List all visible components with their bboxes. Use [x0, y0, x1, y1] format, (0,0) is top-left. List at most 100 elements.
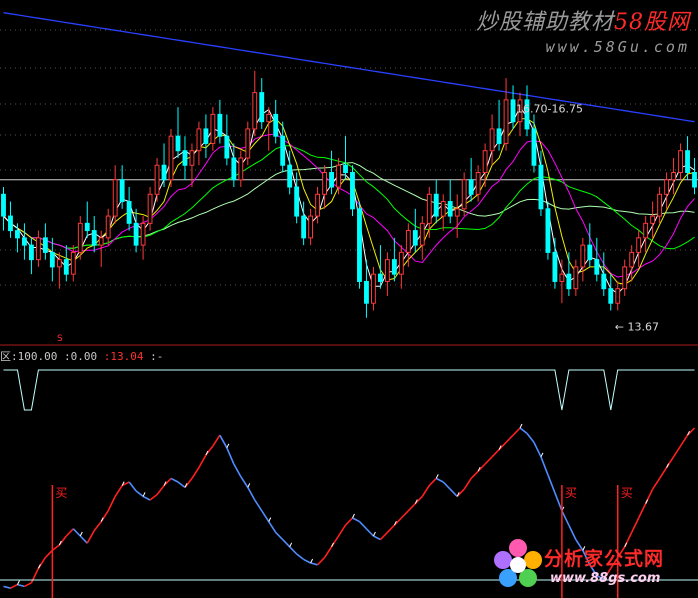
- indicator-tick: [372, 531, 376, 537]
- indicator-segment: [86, 530, 95, 544]
- indicator-segment: [17, 583, 25, 588]
- candle-body: [329, 172, 334, 188]
- signal-strip-line: [3, 369, 695, 411]
- candle-body: [210, 113, 216, 144]
- indicator-segment: [275, 531, 284, 541]
- indicator-tick: [142, 492, 146, 497]
- indicator-value-1: 100.00: [17, 350, 58, 363]
- indicator-segment: [170, 477, 179, 483]
- candle-body: [15, 230, 20, 239]
- indicator-tick: [226, 443, 230, 449]
- indicator-segment: [72, 528, 81, 537]
- candle-body: [133, 222, 139, 246]
- candle-body: [84, 222, 90, 232]
- indicator-segment: [672, 445, 682, 458]
- candle-body: [161, 164, 167, 181]
- candle-body: [615, 288, 621, 304]
- indicator-segment: [30, 568, 40, 584]
- indicator-segment: [93, 521, 102, 532]
- candle-body: [552, 251, 558, 282]
- indicator-segment: [519, 427, 528, 435]
- indicator-tick: [289, 542, 293, 548]
- indicator-segment: [156, 485, 165, 496]
- candle-body: [315, 193, 321, 217]
- candle-body: [391, 259, 397, 275]
- indicator-segment: [630, 517, 640, 533]
- indicator-segment: [679, 434, 689, 447]
- candle-body: [643, 222, 649, 239]
- indicator-segment: [240, 476, 249, 488]
- watermark-prefix: 炒股辅助教材: [475, 10, 614, 35]
- candle-body: [475, 172, 481, 195]
- low-label: ← 13.67: [615, 320, 659, 333]
- indicator-segment: [310, 562, 318, 566]
- candle-body: [531, 128, 537, 166]
- candle-body: [377, 273, 383, 282]
- candle-body: [77, 222, 83, 253]
- candle-body: [419, 222, 425, 246]
- candle-body: [678, 150, 683, 173]
- watermark-top: 炒股辅助教材58股网 www.58Gu.com: [476, 4, 690, 56]
- indicator-segment: [352, 517, 360, 523]
- indicator-segment: [637, 503, 647, 519]
- indicator-segment: [358, 521, 368, 530]
- indicator-segment: [177, 481, 186, 489]
- candle-body: [629, 251, 635, 268]
- candle-body: [175, 135, 181, 152]
- panel-tag: S: [57, 334, 63, 344]
- candle-body: [545, 208, 551, 253]
- indicator-segment: [463, 477, 472, 490]
- candle-body: [217, 113, 223, 137]
- indicator-segment: [651, 477, 661, 490]
- candle-body: [433, 193, 439, 217]
- buy-signal-label: 买: [621, 486, 633, 500]
- indicator-segment: [114, 485, 123, 497]
- indicator-tick: [352, 513, 355, 519]
- indicator-segment: [533, 442, 542, 458]
- indicator-segment: [491, 449, 500, 458]
- buy-signal-label: 买: [55, 486, 67, 500]
- candle-body: [203, 128, 209, 144]
- watermark-site: www.58Gu.com: [545, 38, 690, 56]
- indicator-value-3: 13.04: [110, 350, 144, 363]
- indicator-tick: [247, 483, 251, 488]
- candle-body: [468, 179, 474, 195]
- indicator-segment: [128, 481, 137, 492]
- indicator-segment: [24, 582, 32, 588]
- high-label: 16.70-16.75: [516, 102, 583, 115]
- indicator-segment: [261, 510, 270, 523]
- indicator-tick: [17, 580, 20, 585]
- candle-body: [231, 157, 237, 181]
- indicator-segment: [268, 521, 277, 533]
- candle-body: [580, 244, 586, 268]
- indicator-segment: [554, 492, 563, 512]
- indicator-tick: [79, 531, 83, 537]
- candle-body: [671, 172, 676, 181]
- indicator-segment: [512, 427, 521, 436]
- indicator-tick: [310, 558, 314, 564]
- indicator-segment: [547, 474, 556, 494]
- candle-body: [196, 128, 202, 152]
- candle-body: [273, 113, 279, 137]
- candle-body: [692, 172, 697, 188]
- candle-body: [510, 99, 516, 123]
- candle-body: [119, 179, 125, 203]
- watermark-brand: 58股网: [614, 10, 690, 35]
- candle-body: [447, 201, 453, 217]
- indicator-segment: [233, 463, 242, 477]
- candle-body: [252, 92, 258, 130]
- candle-body: [426, 193, 432, 224]
- indicator-segment: [484, 456, 493, 465]
- indicator-segment: [400, 510, 409, 519]
- indicator-segment: [3, 585, 11, 589]
- candle-body: [91, 230, 97, 246]
- indicator-header-lead: 区: [0, 350, 11, 363]
- indicator-tick: [540, 452, 544, 458]
- candle-body: [608, 288, 614, 304]
- candle-body: [357, 208, 362, 282]
- candle-body: [489, 128, 495, 152]
- candle-body: [301, 215, 307, 239]
- watermark-bottom-site: www.88gs.com: [550, 571, 661, 586]
- candle-body: [566, 273, 572, 290]
- indicator-segment: [365, 528, 375, 537]
